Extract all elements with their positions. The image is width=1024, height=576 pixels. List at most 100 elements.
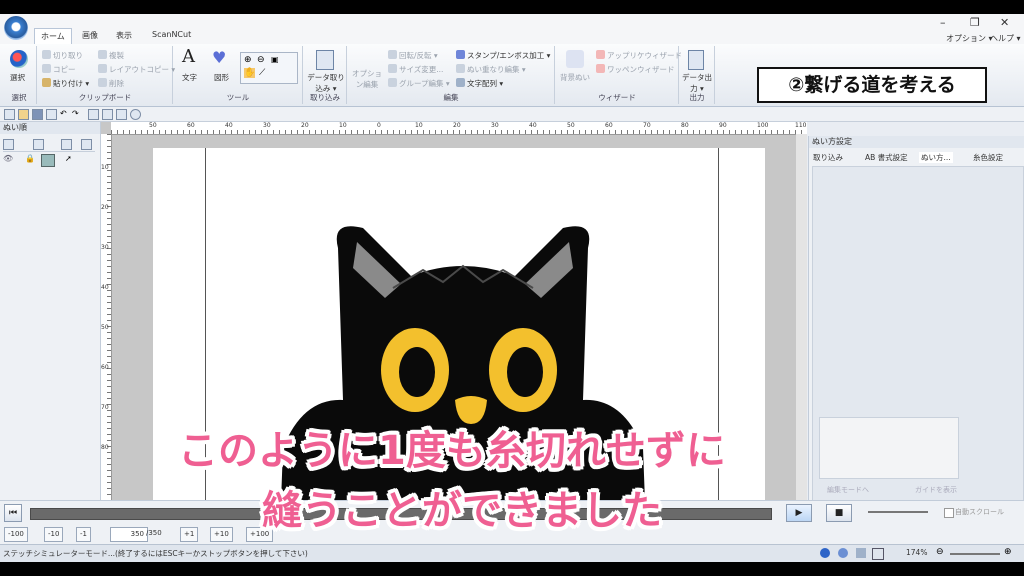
- applique-icon: [596, 50, 605, 59]
- frame-icon[interactable]: [872, 548, 884, 560]
- rotate-button[interactable]: 回転/反転 ▾: [388, 50, 438, 61]
- restore-icon[interactable]: ❐: [970, 16, 980, 29]
- status-message: ステッチシミュレーターモード...(終了するにはESCキーかストップボタンを押し…: [3, 549, 308, 558]
- zoom-out-icon[interactable]: ⊖: [936, 547, 944, 557]
- close-icon[interactable]: ✕: [1000, 16, 1009, 29]
- grid-icon[interactable]: [856, 548, 866, 558]
- cut-button[interactable]: 切り取り: [42, 50, 83, 61]
- order-view-icon[interactable]: [3, 139, 14, 150]
- design-property-icon[interactable]: [116, 109, 127, 120]
- ruler-tick-label: 60: [187, 122, 195, 129]
- group-edit-button[interactable]: グループ編集 ▾: [388, 78, 450, 89]
- ruler-tick-label: 70: [643, 122, 651, 129]
- zoom-in-icon[interactable]: ⊕: [244, 55, 252, 65]
- save-icon[interactable]: [32, 109, 43, 120]
- tab-format-settings[interactable]: AB 書式設定: [865, 152, 908, 163]
- zoom-fit-icon[interactable]: ▣: [271, 55, 279, 64]
- tab-thread-color[interactable]: 糸色設定: [973, 152, 1003, 163]
- minimize-icon[interactable]: –: [940, 16, 946, 29]
- shape-heart-icon: ♥: [212, 48, 227, 67]
- ruler-tick-label: 30: [491, 122, 499, 129]
- select-icon: [10, 50, 28, 68]
- tab-home[interactable]: ホーム: [34, 28, 72, 44]
- overlap-edit-button[interactable]: ぬい重なり編集 ▾: [456, 64, 526, 75]
- order-color-icon[interactable]: [61, 139, 72, 150]
- measure-icon[interactable]: ⟋: [259, 68, 265, 78]
- show-guide-button[interactable]: ガイドを表示: [915, 485, 957, 495]
- step-plus-10[interactable]: +10: [210, 527, 233, 542]
- vertical-scrollbar[interactable]: [796, 134, 807, 502]
- eye-icon[interactable]: 👁: [3, 154, 13, 163]
- app-menu-button[interactable]: [4, 16, 28, 40]
- delete-button[interactable]: 削除: [98, 78, 124, 89]
- tab-sewing-method[interactable]: ぬい方...: [919, 152, 953, 163]
- options-menu[interactable]: オプション ▾: [946, 33, 993, 44]
- group-select: 選択 選択: [2, 46, 37, 104]
- zoom-out-icon[interactable]: ⊖: [257, 55, 265, 65]
- rewind-button[interactable]: ⏮: [4, 504, 22, 522]
- ruler-tick-label: 10: [101, 164, 109, 171]
- duplicate-button[interactable]: 複製: [98, 50, 124, 61]
- export-button[interactable]: データ出力 ▾: [682, 72, 712, 94]
- open-folder-icon[interactable]: [18, 109, 29, 120]
- step-minus-1[interactable]: -1: [76, 527, 91, 542]
- order-frame-icon[interactable]: [81, 139, 92, 150]
- text-arrange-button[interactable]: 文字配列 ▾: [456, 78, 503, 89]
- layout-copy-icon: [98, 64, 107, 73]
- import-button[interactable]: データ取り込み ▾: [306, 72, 346, 94]
- speed-slider[interactable]: [868, 511, 928, 513]
- patch-wizard-button[interactable]: ワッペンウィザード: [596, 64, 675, 75]
- background-stitch-button[interactable]: 背景ぬい: [560, 72, 590, 83]
- tab-import-settings[interactable]: 取り込み: [813, 152, 843, 163]
- background-stitch-icon: [566, 50, 584, 68]
- hand-icon[interactable]: ✋: [244, 68, 256, 78]
- group-label: 選択: [11, 93, 27, 102]
- export-icon: [688, 50, 704, 70]
- layout-copy-button[interactable]: レイアウトコピー ▾: [98, 64, 175, 75]
- overlap-icon: [456, 64, 465, 73]
- stop-button[interactable]: ■: [826, 504, 852, 522]
- realistic-mode-icon[interactable]: [838, 548, 848, 558]
- options-edit-button[interactable]: オプション編集: [352, 68, 382, 90]
- applique-wizard-button[interactable]: アップリケウィザード: [596, 50, 682, 61]
- undo-icon[interactable]: ↶: [60, 109, 69, 118]
- edit-mode-button[interactable]: 編集モードへ: [827, 485, 869, 495]
- resize-icon: [388, 64, 397, 73]
- step-plus-1[interactable]: +1: [180, 527, 199, 542]
- shape-tool-button[interactable]: 図形: [214, 72, 229, 83]
- ruler-tick-label: 10: [339, 122, 347, 129]
- view-mode-icon[interactable]: [820, 548, 830, 558]
- realistic-view-icon[interactable]: [102, 109, 113, 120]
- ruler-tick-label: 110: [795, 122, 807, 129]
- help-icon[interactable]: [130, 109, 141, 120]
- stitch-sim-icon[interactable]: [88, 109, 99, 120]
- auto-scroll-checkbox[interactable]: [944, 508, 954, 518]
- order-move-icon[interactable]: [33, 139, 44, 150]
- copy-button[interactable]: コピー: [42, 64, 76, 75]
- redo-icon[interactable]: ↷: [72, 109, 81, 118]
- step-minus-100[interactable]: -100: [4, 527, 28, 542]
- help-menu[interactable]: ヘルプ ▾: [990, 33, 1021, 44]
- zoom-slider[interactable]: [950, 553, 1000, 555]
- stamp-button[interactable]: スタンプ/エンボス加工 ▾: [456, 50, 550, 61]
- paste-button[interactable]: 貼り付け ▾: [42, 78, 89, 89]
- zoom-in-icon[interactable]: ⊕: [1004, 547, 1012, 557]
- text-tool-button[interactable]: 文字: [182, 72, 197, 83]
- preview-icon[interactable]: [46, 109, 57, 120]
- group-tools: A 文字 ♥ 図形 ⊕ ⊖ ▣ ✋ ⟋ ツール: [174, 46, 303, 104]
- play-button[interactable]: ▶: [786, 504, 812, 522]
- step-minus-10[interactable]: -10: [44, 527, 64, 542]
- group-output: データ出力 ▾ 出力: [680, 46, 715, 104]
- merge-icon[interactable]: [41, 154, 55, 167]
- stitch-order-subtoolbar: 👁 🔒 ➚: [3, 154, 95, 167]
- new-file-icon[interactable]: [4, 109, 15, 120]
- rotate-icon: [388, 50, 397, 59]
- pointer-icon[interactable]: ➚: [65, 154, 72, 163]
- tab-view[interactable]: 表示: [110, 28, 138, 43]
- stitch-count-input[interactable]: 350: [110, 527, 148, 542]
- tab-scanncut[interactable]: ScanNCut: [146, 28, 197, 41]
- select-button[interactable]: 選択: [10, 72, 25, 83]
- lock-icon[interactable]: 🔒: [25, 154, 35, 163]
- resize-button[interactable]: サイズ変更...: [388, 64, 443, 75]
- tab-image[interactable]: 画像: [76, 28, 104, 43]
